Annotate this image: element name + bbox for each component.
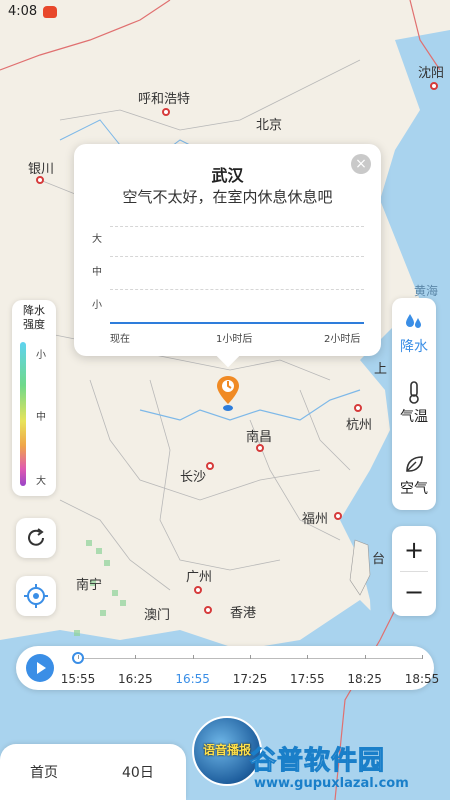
city-label[interactable]: 南昌 bbox=[246, 426, 272, 445]
timeline-time-label[interactable]: 16:55 bbox=[175, 672, 210, 686]
city-dot bbox=[430, 82, 438, 90]
city-dot bbox=[354, 404, 362, 412]
x-axis-label-2h: 2小时后 bbox=[324, 334, 361, 345]
play-icon bbox=[37, 662, 46, 674]
sea-label: 黄海 bbox=[414, 284, 439, 298]
city-dot bbox=[36, 176, 44, 184]
timeline-tick bbox=[78, 655, 79, 659]
city-dot bbox=[162, 108, 170, 116]
layer-label: 气温 bbox=[400, 409, 428, 425]
y-axis-label-small: 小 bbox=[92, 300, 102, 311]
watermark-title: 谷普软件园 bbox=[249, 746, 386, 777]
x-axis-label-now: 现在 bbox=[110, 334, 130, 345]
timeline-tick bbox=[135, 655, 137, 659]
close-icon[interactable]: × bbox=[351, 154, 371, 174]
raindrop-icon bbox=[406, 314, 421, 328]
legend-title-line1: 降水 bbox=[23, 304, 45, 317]
x-axis-label-1h: 1小时后 bbox=[216, 334, 253, 345]
timeline-bar: 15:55 16:25 16:55 17:25 17:55 18:25 18:55 bbox=[16, 646, 439, 690]
city-label[interactable]: 广州 bbox=[186, 566, 212, 585]
layer-label: 降水 bbox=[400, 339, 428, 355]
timeline-time-label[interactable]: 17:55 bbox=[290, 672, 325, 686]
city-label[interactable]: 北京 bbox=[256, 114, 282, 133]
city-label[interactable]: 台 bbox=[372, 548, 385, 567]
notification-icon bbox=[43, 5, 58, 18]
timeline-time-label[interactable]: 18:55 bbox=[405, 672, 440, 686]
legend-color-bar bbox=[20, 342, 26, 486]
weather-popup: 武汉 空气不太好，在室内休息休息吧 × 大 中 小 现在 1小时后 2小时后 bbox=[74, 144, 381, 356]
layer-label: 空气 bbox=[400, 481, 428, 497]
city-dot bbox=[206, 462, 214, 470]
timeline-time-label[interactable]: 18:25 bbox=[347, 672, 382, 686]
timeline-tick bbox=[422, 655, 423, 659]
city-dot bbox=[256, 444, 264, 452]
city-label[interactable]: 长沙 bbox=[180, 466, 206, 485]
bottom-nav-panel: 首页 40日 bbox=[0, 744, 186, 800]
zoom-in-button[interactable]: + bbox=[392, 532, 436, 568]
legend-level-mid: 中 bbox=[36, 412, 46, 423]
location-pin-icon[interactable] bbox=[216, 374, 240, 414]
timeline-time-label[interactable]: 17:25 bbox=[233, 672, 268, 686]
city-dot bbox=[334, 512, 342, 520]
legend-title: 降水 强度 bbox=[12, 304, 56, 332]
popup-city-title: 武汉 bbox=[211, 166, 244, 185]
timeline-tick bbox=[307, 655, 309, 659]
grid-line bbox=[110, 256, 364, 257]
city-dot bbox=[204, 606, 212, 614]
layer-precipitation-button[interactable]: 降水 bbox=[392, 310, 436, 356]
precipitation-line bbox=[110, 322, 364, 324]
popup-message: 空气不太好，在室内休息休息吧 bbox=[122, 188, 333, 206]
y-axis-label-mid: 中 bbox=[92, 267, 102, 278]
tab-40-days[interactable]: 40日 bbox=[122, 762, 154, 782]
watermark-url: www.gupuxlazal.com bbox=[254, 776, 409, 791]
watermark: 谷普软件园 www.gupuxlazal.com bbox=[249, 740, 446, 796]
grid-line bbox=[110, 289, 364, 290]
timeline-time-label[interactable]: 16:25 bbox=[118, 672, 153, 686]
city-label[interactable]: 上 bbox=[374, 358, 387, 377]
locate-button[interactable] bbox=[16, 576, 56, 616]
layer-air-button[interactable]: 空气 bbox=[392, 452, 436, 498]
y-axis-label-large: 大 bbox=[92, 234, 102, 245]
status-time: 4:08 bbox=[8, 4, 38, 19]
city-label[interactable]: 南宁 bbox=[76, 574, 102, 593]
layer-temperature-button[interactable]: 气温 bbox=[392, 380, 436, 426]
thermometer-icon bbox=[409, 381, 419, 404]
timeline-tick bbox=[192, 655, 194, 659]
refresh-button[interactable] bbox=[16, 518, 56, 558]
divider bbox=[400, 571, 428, 572]
target-icon bbox=[24, 584, 48, 608]
refresh-icon bbox=[28, 528, 44, 546]
timeline-time-label[interactable]: 15:55 bbox=[61, 672, 96, 686]
timeline-tick bbox=[364, 655, 366, 659]
city-label[interactable]: 杭州 bbox=[346, 414, 372, 433]
timeline-tick bbox=[250, 655, 251, 659]
city-label[interactable]: 银川 bbox=[28, 158, 54, 177]
city-label[interactable]: 呼和浩特 bbox=[138, 88, 190, 107]
city-dot bbox=[194, 586, 202, 594]
zoom-control: + − bbox=[392, 526, 436, 616]
leaf-icon bbox=[406, 456, 423, 472]
city-label[interactable]: 香港 bbox=[230, 602, 256, 621]
tab-home[interactable]: 首页 bbox=[30, 762, 58, 782]
legend-level-small: 小 bbox=[36, 350, 46, 361]
status-bar: 4:08 bbox=[8, 4, 58, 19]
layer-switcher: 降水 气温 空气 bbox=[392, 298, 436, 510]
city-label[interactable]: 澳门 bbox=[144, 604, 170, 623]
precipitation-legend: 降水 强度 小 中 大 bbox=[12, 300, 56, 496]
timeline-track[interactable] bbox=[72, 652, 423, 664]
grid-line bbox=[110, 226, 364, 227]
city-label[interactable]: 福州 bbox=[302, 508, 328, 527]
zoom-out-button[interactable]: − bbox=[392, 574, 436, 610]
legend-title-line2: 强度 bbox=[23, 318, 45, 331]
play-button[interactable] bbox=[26, 654, 54, 682]
city-label[interactable]: 沈阳 bbox=[418, 62, 444, 81]
legend-level-large: 大 bbox=[36, 476, 46, 487]
